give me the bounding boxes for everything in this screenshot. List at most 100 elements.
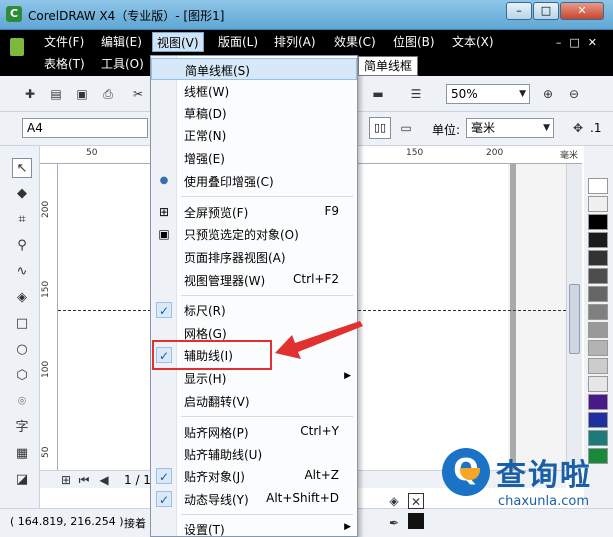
unit-combo[interactable]: 毫米 ▼ — [466, 118, 554, 138]
close-button[interactable]: ✕ — [560, 2, 604, 20]
freehand-tool-icon[interactable]: ∿ — [12, 262, 32, 282]
menu-view[interactable]: 视图(V) — [152, 32, 204, 52]
view-menu-item-snap-guidelines[interactable]: 贴齐辅助线(U) — [151, 443, 357, 465]
view-menu-item-enable-rollover[interactable]: 启动翻转(V) — [151, 390, 357, 412]
menu-file[interactable]: 文件(F) — [40, 32, 88, 52]
palette-swatch[interactable] — [588, 268, 608, 284]
palette-swatch[interactable] — [588, 376, 608, 392]
submenu-arrow-icon: ▶ — [344, 522, 351, 532]
vertical-ruler[interactable]: 200 150 100 50 — [40, 164, 58, 470]
menu-item-shortcut: Ctrl+F2 — [293, 272, 339, 286]
no-fill-icon[interactable]: ✕ — [408, 493, 424, 509]
print-icon[interactable]: ⎙ — [100, 86, 116, 102]
palette-swatch[interactable] — [588, 394, 608, 410]
view-menu-item-enhanced[interactable]: 增强(E) — [151, 147, 357, 169]
view-menu-item-snap-grid[interactable]: 贴齐网格(P) Ctrl+Y — [151, 421, 357, 443]
zoom-out-icon[interactable]: ⊖ — [566, 86, 582, 102]
view-menu-item-overprint-enhanced[interactable]: ● 使用叠印增强(C) — [151, 170, 357, 192]
palette-swatch[interactable] — [588, 178, 608, 194]
app-icon: C — [6, 6, 22, 22]
scrollbar-thumb[interactable] — [569, 284, 580, 354]
crop-tool-icon[interactable]: ⌗ — [12, 210, 32, 230]
palette-swatch[interactable] — [588, 232, 608, 248]
view-menu-item-dynamic-guides[interactable]: ✓ 动态导线(Y) Alt+Shift+D — [151, 488, 357, 510]
maximize-button[interactable]: □ — [533, 2, 559, 20]
preview-selected-icon: ▣ — [158, 227, 170, 241]
view-menu-item-setup[interactable]: 设置(T) ▶ — [151, 518, 357, 537]
basic-shapes-icon[interactable]: ⌾ — [12, 392, 32, 412]
landscape-icon[interactable]: ▭ — [398, 120, 414, 136]
unit-label: 单位: — [432, 123, 461, 137]
ellipse-tool-icon[interactable]: ○ — [12, 340, 32, 360]
menu-layout[interactable]: 版面(L) — [214, 32, 262, 52]
view-menu-item-full-screen-preview[interactable]: ⊞ 全屏预览(F) F9 — [151, 201, 357, 223]
palette-swatch[interactable] — [588, 358, 608, 374]
zoom-in-icon[interactable]: ⊕ — [540, 86, 556, 102]
snap-settings-icon[interactable]: ▬ — [370, 86, 386, 102]
ruler-tick-label: 200 — [486, 148, 504, 158]
table-tool-icon[interactable]: ▦ — [12, 444, 32, 464]
menu-bitmaps[interactable]: 位图(B) — [389, 32, 439, 52]
palette-swatch[interactable] — [588, 322, 608, 338]
palette-swatch[interactable] — [588, 214, 608, 230]
palette-swatch[interactable] — [588, 304, 608, 320]
shape-tool-icon[interactable]: ◆ — [12, 184, 32, 204]
prev-page-icon[interactable]: ◀ — [96, 472, 112, 488]
arrow-shape — [275, 321, 363, 359]
zoom-level-combo[interactable]: 50% ▼ — [446, 84, 530, 104]
page-size-combo[interactable]: A4 — [22, 118, 148, 138]
view-menu-item-wireframe[interactable]: 线框(W) — [151, 80, 357, 102]
interactive-fill-icon[interactable]: ◪ — [12, 470, 32, 490]
menu-tooltip: 简单线框 — [358, 56, 419, 76]
menu-item-label: 正常(N) — [184, 129, 227, 143]
save-icon[interactable]: ▣ — [74, 86, 90, 102]
ruler-unit-label: 毫米 — [560, 151, 579, 161]
new-icon[interactable]: ✚ — [22, 86, 38, 102]
menu-item-shortcut: F9 — [324, 204, 339, 218]
palette-swatch[interactable] — [588, 340, 608, 356]
nudge-value[interactable]: .1 — [590, 121, 601, 135]
palette-swatch[interactable] — [588, 430, 608, 446]
add-page-icon[interactable]: ⊞ — [58, 472, 74, 488]
palette-swatch[interactable] — [588, 250, 608, 266]
pick-tool-icon[interactable]: ↖ — [12, 158, 32, 178]
align-icon[interactable]: ☰ — [408, 86, 424, 102]
view-menu-item-simple-wireframe[interactable]: 简单线框(S) — [151, 58, 357, 80]
fill-bucket-icon[interactable]: ◈ — [386, 493, 402, 509]
menu-arrange[interactable]: 排列(A) — [270, 32, 320, 52]
first-page-icon[interactable]: ⏮ — [76, 472, 92, 488]
pen-outline-icon[interactable]: ✒ — [386, 515, 402, 531]
view-menu-item-preview-selected[interactable]: ▣ 只预览选定的对象(O) — [151, 223, 357, 245]
menu-edit[interactable]: 编辑(E) — [97, 32, 146, 52]
zoom-tool-icon[interactable]: ⚲ — [12, 236, 32, 256]
menu-item-label: 显示(H) — [184, 372, 227, 386]
text-tool-icon[interactable]: 字 — [12, 418, 32, 438]
view-menu-item-view-manager[interactable]: 视图管理器(W) Ctrl+F2 — [151, 269, 357, 291]
rectangle-tool-icon[interactable]: □ — [12, 314, 32, 334]
view-menu-item-show[interactable]: 显示(H) ▶ — [151, 367, 357, 389]
page-counter: 1 / 1 — [124, 473, 151, 487]
palette-swatch[interactable] — [588, 196, 608, 212]
outline-color-swatch[interactable] — [408, 513, 424, 529]
palette-swatch[interactable] — [588, 286, 608, 302]
menu-effects[interactable]: 效果(C) — [330, 32, 380, 52]
portrait-button[interactable]: ▯▯ — [369, 117, 391, 139]
polygon-tool-icon[interactable]: ⬡ — [12, 366, 32, 386]
cut-icon[interactable]: ✂ — [130, 86, 146, 102]
view-menu-item-snap-objects[interactable]: ✓ 贴齐对象(J) Alt+Z — [151, 465, 357, 487]
watermark-logo: Q 查询啦 chaxunla.com — [438, 448, 613, 518]
menu-tools[interactable]: 工具(O) — [97, 54, 148, 74]
minimize-button[interactable]: – — [506, 2, 532, 20]
menu-item-label: 贴齐网格(P) — [184, 426, 249, 440]
vertical-scrollbar[interactable] — [566, 164, 582, 470]
menu-separator — [181, 416, 353, 417]
open-icon[interactable]: ▤ — [48, 86, 64, 102]
view-menu-item-normal[interactable]: 正常(N) — [151, 124, 357, 146]
palette-swatch[interactable] — [588, 412, 608, 428]
menu-table[interactable]: 表格(T) — [40, 54, 89, 74]
view-menu-item-draft[interactable]: 草稿(D) — [151, 102, 357, 124]
smart-fill-icon[interactable]: ◈ — [12, 288, 32, 308]
view-menu-item-page-sorter[interactable]: 页面排序器视图(A) — [151, 246, 357, 268]
menu-text[interactable]: 文本(X) — [448, 32, 498, 52]
mdi-window-controls[interactable]: –□✕ — [556, 36, 605, 49]
